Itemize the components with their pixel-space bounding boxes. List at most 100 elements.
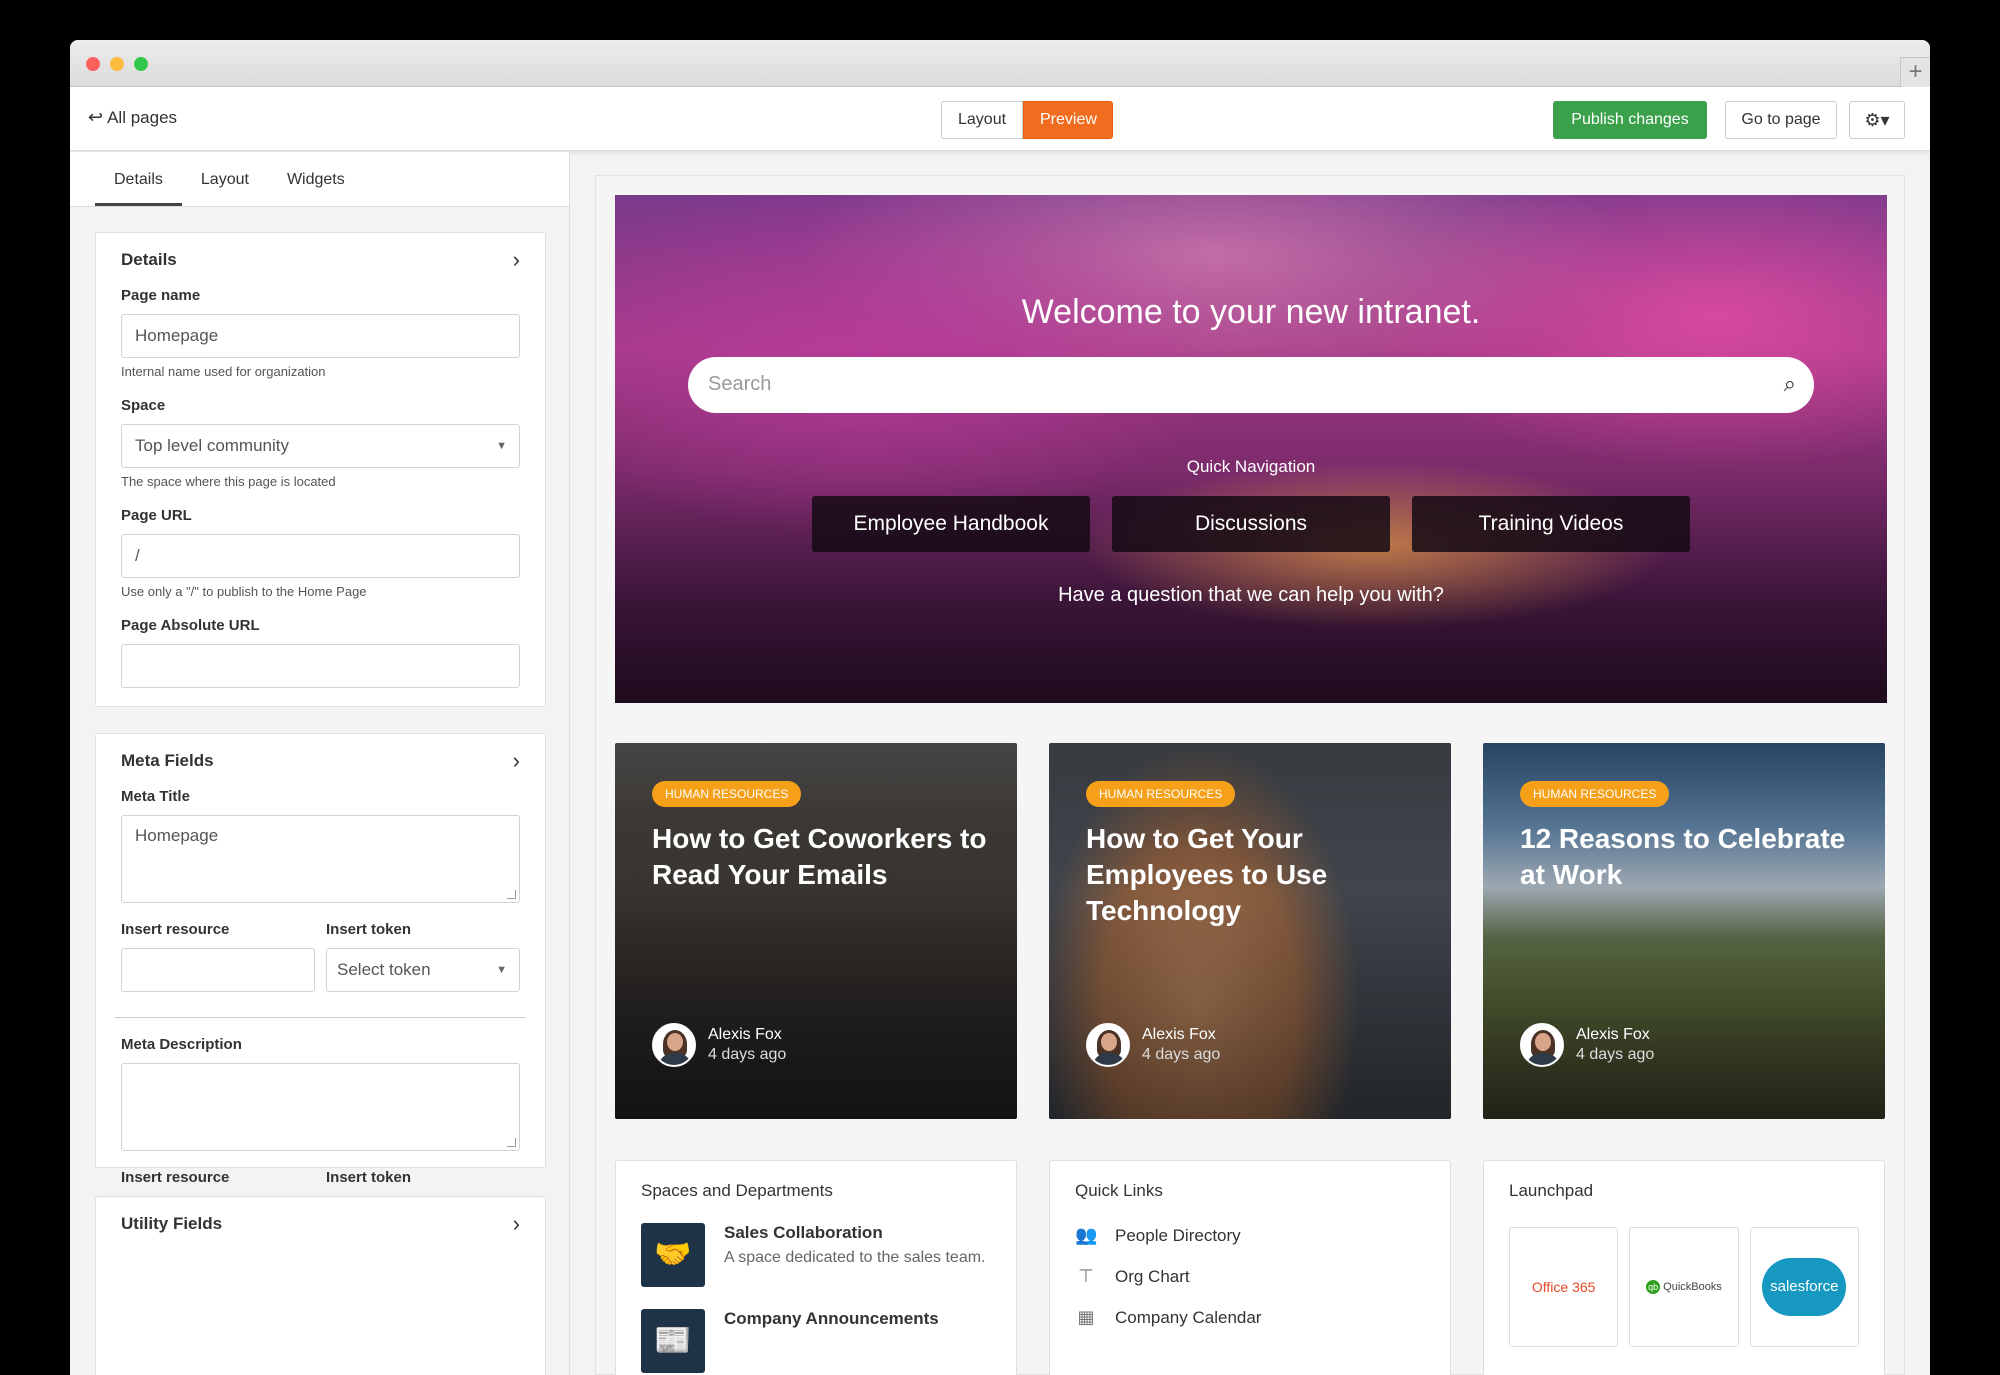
back-arrow-icon: ↩	[88, 107, 104, 127]
tab-widgets[interactable]: Widgets	[268, 152, 364, 206]
utility-fields-panel: Utility Fields ›	[95, 1196, 546, 1375]
discussions-button[interactable]: Discussions	[1112, 496, 1390, 552]
all-pages-label: All pages	[107, 108, 178, 127]
people-icon: 👥	[1075, 1225, 1098, 1245]
org-chart-icon: ⊤	[1078, 1266, 1094, 1286]
meta-title-textarea[interactable]: Homepage	[121, 815, 520, 903]
details-panel: Details › Page name Homepage Internal na…	[95, 232, 546, 707]
article-card[interactable]: HUMAN RESOURCES How to Get Coworkers to …	[615, 743, 1017, 1119]
article-card[interactable]: HUMAN RESOURCES 12 Reasons to Celebrate …	[1483, 743, 1885, 1119]
gear-icon: ⚙▾	[1864, 110, 1890, 130]
article-cards: HUMAN RESOURCES How to Get Coworkers to …	[615, 743, 1885, 1119]
salesforce-tile[interactable]: salesforce	[1749, 1227, 1859, 1347]
meta-description-textarea[interactable]	[121, 1063, 520, 1151]
insert-token-value: Select token	[337, 960, 431, 979]
space-name[interactable]: Company Announcements	[724, 1309, 939, 1329]
quickbooks-tile[interactable]: qb QuickBooks	[1629, 1227, 1739, 1347]
calendar-icon: ▦	[1077, 1307, 1095, 1327]
chevron-right-icon[interactable]: ›	[513, 247, 520, 273]
page-absolute-url-label: Page Absolute URL	[121, 617, 260, 634]
insert-resource-label: Insert resource	[121, 1169, 230, 1186]
utility-fields-panel-header[interactable]: Utility Fields ›	[121, 1211, 520, 1237]
post-time: 4 days ago	[1576, 1046, 1655, 1063]
launchpad-widget: Launchpad Office 365 qb QuickBooks salesf…	[1483, 1160, 1885, 1375]
post-time: 4 days ago	[1142, 1046, 1221, 1063]
meta-divider	[115, 1017, 526, 1018]
quick-link-people-directory[interactable]: 👥 People Directory	[1075, 1225, 1425, 1246]
tab-layout[interactable]: Layout	[182, 152, 268, 206]
space-item[interactable]: 🤝 Sales Collaboration A space dedicated …	[641, 1223, 991, 1287]
caret-down-icon: ▼	[496, 440, 507, 452]
launchpad-tiles: Office 365 qb QuickBooks salesforce	[1509, 1227, 1859, 1347]
page-name-help: Internal name used for organization	[121, 364, 326, 379]
category-badge[interactable]: HUMAN RESOURCES	[1086, 781, 1236, 807]
insert-token-label: Insert token	[326, 921, 412, 938]
search-icon[interactable]: ⌕	[1784, 371, 1796, 397]
post-time: 4 days ago	[708, 1046, 787, 1063]
meta-title-label: Meta Title	[121, 788, 190, 805]
insert-token-select[interactable]: Select token ▼	[326, 948, 520, 992]
spaces-widget: Spaces and Departments 🤝 Sales Collabora…	[615, 1160, 1017, 1375]
space-select[interactable]: Top level community ▼	[121, 424, 520, 468]
meta-fields-panel-header[interactable]: Meta Fields ›	[121, 748, 520, 774]
office-365-tile[interactable]: Office 365	[1509, 1227, 1619, 1347]
quickbooks-icon: qb	[1646, 1280, 1661, 1294]
launchpad-title: Launchpad	[1509, 1181, 1594, 1200]
space-name[interactable]: Sales Collaboration	[724, 1223, 986, 1243]
spaces-widget-title: Spaces and Departments	[641, 1181, 833, 1200]
maximize-window-icon[interactable]	[134, 57, 148, 71]
quick-link-org-chart[interactable]: ⊤ Org Chart	[1075, 1266, 1425, 1287]
editor-toolbar: ↩ All pages Layout Preview Publish change…	[70, 87, 1930, 151]
space-item[interactable]: 📰 Company Announcements	[641, 1309, 991, 1373]
newspaper-icon: 📰	[641, 1309, 705, 1373]
all-pages-link[interactable]: ↩ All pages	[88, 107, 177, 128]
new-tab-icon[interactable]: +	[1900, 57, 1930, 87]
quickbooks-logo: QuickBooks	[1663, 1281, 1722, 1293]
go-to-page-button[interactable]: Go to page	[1725, 101, 1837, 139]
hero-banner: Welcome to your new intranet. Search ⌕ Q…	[615, 195, 1887, 703]
quick-link-company-calendar[interactable]: ▦ Company Calendar	[1075, 1307, 1425, 1328]
page-name-input[interactable]: Homepage	[121, 314, 520, 358]
page-name-label: Page name	[121, 287, 201, 304]
page-url-label: Page URL	[121, 507, 192, 524]
minimize-window-icon[interactable]	[110, 57, 124, 71]
article-title[interactable]: 12 Reasons to Celebrate at Work	[1520, 821, 1855, 893]
tab-details[interactable]: Details	[95, 152, 182, 206]
utility-fields-panel-title: Utility Fields	[121, 1214, 223, 1233]
insert-resource-input[interactable]	[121, 948, 315, 992]
category-badge[interactable]: HUMAN RESOURCES	[1520, 781, 1670, 807]
close-window-icon[interactable]	[86, 57, 100, 71]
chevron-right-icon[interactable]: ›	[513, 1211, 520, 1237]
employee-handbook-button[interactable]: Employee Handbook	[812, 496, 1090, 552]
training-videos-button[interactable]: Training Videos	[1412, 496, 1690, 552]
article-title[interactable]: How to Get Your Employees to Use Technol…	[1086, 821, 1421, 929]
settings-sidebar: Details Layout Widgets Details › Page na…	[70, 152, 570, 1375]
preview-mode-button[interactable]: Preview	[1023, 101, 1113, 139]
article-card[interactable]: HUMAN RESOURCES How to Get Your Employee…	[1049, 743, 1451, 1119]
avatar	[1520, 1023, 1564, 1067]
page-absolute-url-input[interactable]	[121, 644, 520, 688]
meta-fields-panel-title: Meta Fields	[121, 751, 214, 770]
quick-navigation-label: Quick Navigation	[1186, 457, 1316, 476]
quick-link-label: Company Calendar	[1115, 1307, 1262, 1327]
details-panel-header[interactable]: Details ›	[121, 247, 520, 273]
hero-question: Have a question that we can help you wit…	[1058, 584, 1444, 606]
category-badge[interactable]: HUMAN RESOURCES	[652, 781, 802, 807]
page-preview: Welcome to your new intranet. Search ⌕ Q…	[595, 175, 1905, 1375]
page-url-input[interactable]: /	[121, 534, 520, 578]
meta-description-label: Meta Description	[121, 1036, 242, 1053]
insert-resource-label: Insert resource	[121, 921, 230, 938]
settings-dropdown-button[interactable]: ⚙▾	[1849, 101, 1905, 139]
space-label: Space	[121, 397, 166, 414]
sidebar-tabs: Details Layout Widgets	[70, 152, 569, 207]
layout-mode-button[interactable]: Layout	[941, 101, 1023, 139]
hero-search-input[interactable]: Search ⌕	[688, 357, 1814, 413]
publish-changes-button[interactable]: Publish changes	[1553, 101, 1707, 139]
quick-link-label: Org Chart	[1115, 1266, 1190, 1286]
title-bar: +	[70, 40, 1930, 87]
details-panel-title: Details	[121, 250, 177, 269]
article-title[interactable]: How to Get Coworkers to Read Your Emails	[652, 821, 987, 893]
chevron-right-icon[interactable]: ›	[513, 748, 520, 774]
office-365-logo: Office 365	[1531, 1279, 1596, 1295]
avatar	[652, 1023, 696, 1067]
